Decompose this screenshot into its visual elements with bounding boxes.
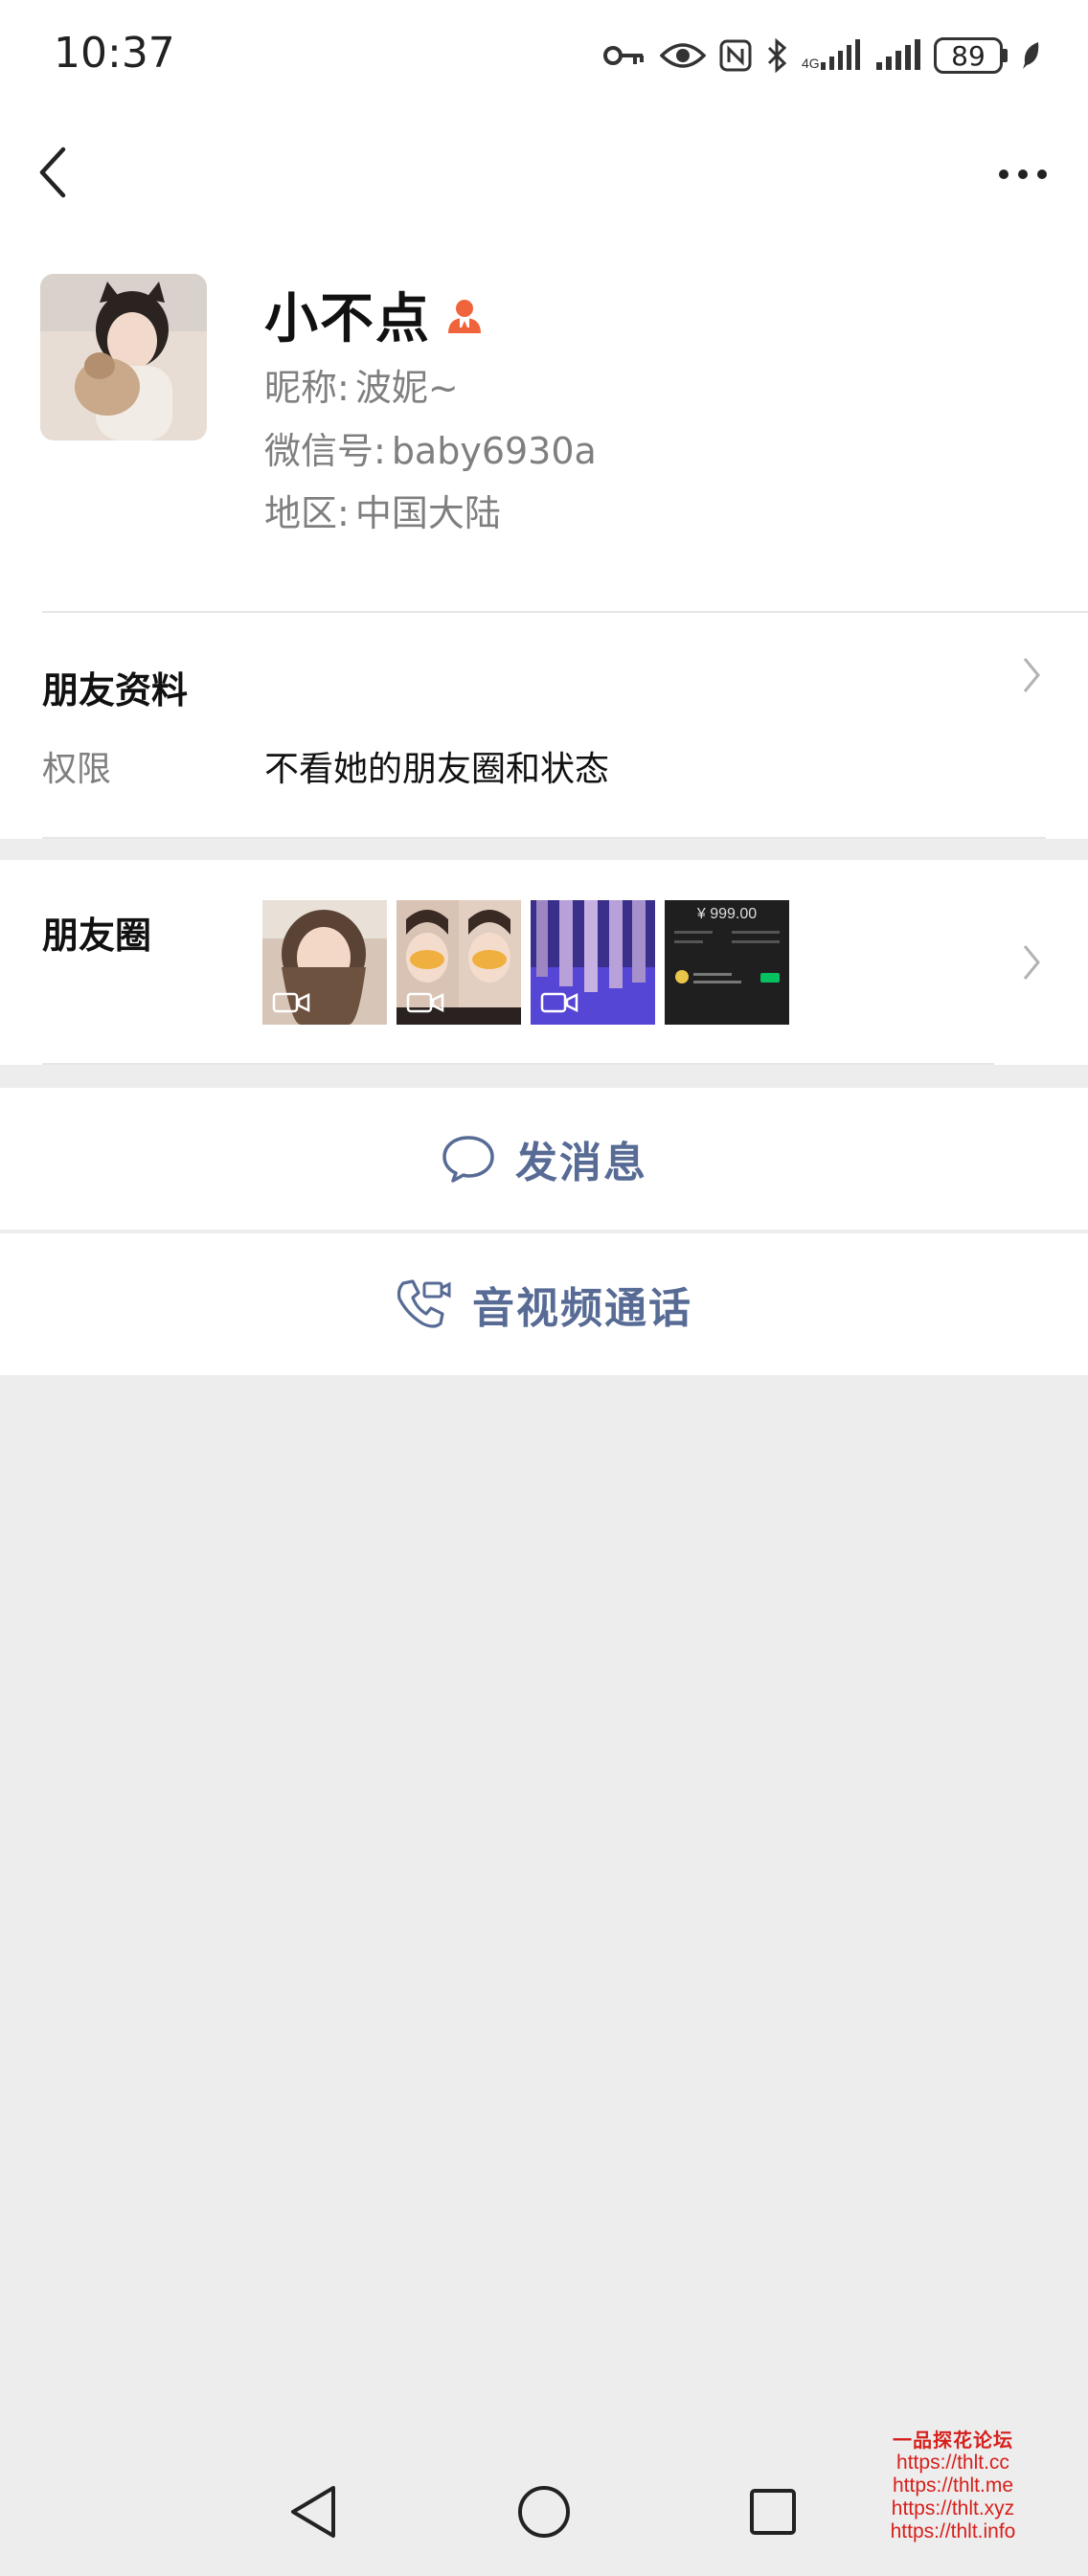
friend-info-title: 朋友资料 xyxy=(42,669,189,712)
moment-thumb-3[interactable] xyxy=(531,900,655,1025)
wechat-id-row: 微信号: baby6930a xyxy=(264,421,597,474)
leaf-icon xyxy=(1023,42,1039,69)
moments-title: 朋友圈 xyxy=(42,915,152,957)
chevron-right-icon xyxy=(1023,945,1040,980)
moment-thumb-4[interactable]: ¥ 999.00 xyxy=(665,900,789,1025)
wechat-id-value[interactable]: baby6930a xyxy=(392,430,597,472)
phone-video-icon xyxy=(397,1279,451,1328)
battery-level: 89 xyxy=(934,37,1003,74)
region-value: 中国大陆 xyxy=(354,492,501,534)
moments-thumbnails: ¥ 999.00 xyxy=(262,900,789,1025)
eye-icon xyxy=(660,43,706,68)
send-message-label: 发消息 xyxy=(515,1139,647,1187)
send-message-button[interactable]: 发消息 xyxy=(0,1088,1088,1230)
permission-label: 权限 xyxy=(42,750,112,789)
watermark-url: https://thlt.xyz xyxy=(891,2497,1015,2520)
nickname-label: 昵称: xyxy=(264,367,350,409)
avatar[interactable] xyxy=(40,274,207,441)
video-icon xyxy=(272,992,310,1013)
chevron-right-icon xyxy=(1023,658,1040,692)
signal-icon: 4G xyxy=(802,39,860,71)
nfc-icon xyxy=(719,39,752,72)
profile-card: 小不点 昵称: 波妮~ 微信号: baby6930a 地区: 中国大陆 xyxy=(0,239,1088,613)
video-call-button[interactable]: 音视频通话 xyxy=(0,1233,1088,1375)
back-button[interactable] xyxy=(34,142,73,203)
moment-thumb-2[interactable] xyxy=(397,900,521,1025)
divider xyxy=(42,837,1046,839)
region-label: 地区: xyxy=(264,492,350,534)
nav-home-button[interactable] xyxy=(510,2478,578,2545)
signal-icon xyxy=(876,39,920,70)
watermark-url: https://thlt.cc xyxy=(896,2452,1009,2474)
name-row: 小不点 xyxy=(264,276,485,353)
wechat-id-label: 微信号: xyxy=(264,430,386,472)
moment-thumb-1[interactable] xyxy=(262,900,387,1025)
region-row: 地区: 中国大陆 xyxy=(264,484,501,536)
watermark: 一品探花论坛 https://thlt.cc https://thlt.me h… xyxy=(872,2429,1034,2543)
chat-bubble-icon xyxy=(442,1136,494,1183)
nickname-value: 波妮~ xyxy=(354,367,459,409)
friend-info-section[interactable]: 朋友资料 权限 不看她的朋友圈和状态 xyxy=(0,613,1088,839)
nickname-row: 昵称: 波妮~ xyxy=(264,358,459,411)
status-icons: 4G 89 xyxy=(602,33,1042,79)
watermark-title: 一品探花论坛 xyxy=(893,2429,1013,2452)
payment-amount: ¥ 999.00 xyxy=(696,906,758,922)
more-button[interactable] xyxy=(996,155,1050,193)
remark-name: 小不点 xyxy=(264,288,431,350)
video-call-label: 音视频通话 xyxy=(472,1284,692,1333)
battery-icon: 89 xyxy=(934,37,1008,74)
top-bar xyxy=(0,105,1088,239)
nav-back-button[interactable] xyxy=(280,2478,347,2545)
nav-recents-button[interactable] xyxy=(739,2478,806,2545)
watermark-url: https://thlt.info xyxy=(890,2520,1016,2542)
female-icon xyxy=(448,299,481,333)
video-icon xyxy=(406,992,444,1013)
moments-section[interactable]: 朋友圈 ¥ 999.00 xyxy=(0,860,1088,1065)
divider xyxy=(42,1063,994,1065)
svg-text:4G: 4G xyxy=(802,56,820,71)
status-time: 10:37 xyxy=(54,29,175,78)
bluetooth-icon xyxy=(767,38,787,73)
video-icon xyxy=(540,992,578,1013)
permission-value: 不看她的朋友圈和状态 xyxy=(264,750,610,789)
key-icon xyxy=(603,46,644,65)
status-bar: 10:37 4G 89 xyxy=(0,0,1088,105)
watermark-url: https://thlt.me xyxy=(892,2474,1014,2497)
